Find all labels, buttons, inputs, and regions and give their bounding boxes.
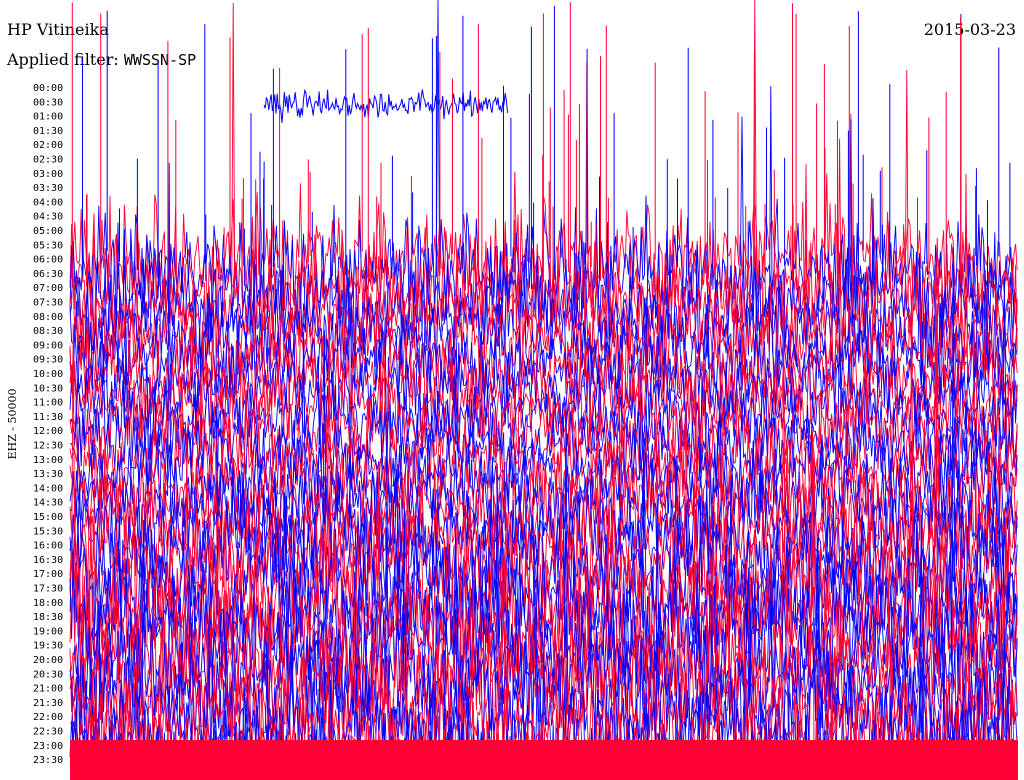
y-tick-label: 20:30: [33, 669, 63, 680]
y-tick-label: 21:00: [33, 684, 63, 695]
y-tick-label: 02:00: [33, 140, 63, 151]
y-tick-label: 10:30: [33, 383, 63, 394]
y-tick-label: 14:00: [33, 483, 63, 494]
y-tick-label: 17:30: [33, 584, 63, 595]
y-tick-label: 03:00: [33, 169, 63, 180]
y-tick-label: 18:00: [33, 598, 63, 609]
trace-bottom-band: [70, 740, 1018, 780]
trace-burst: [263, 88, 509, 123]
y-tick-label: 08:00: [33, 312, 63, 323]
y-tick-label: 00:30: [33, 97, 63, 108]
y-tick-label: 08:30: [33, 326, 63, 337]
y-tick-label: 15:00: [33, 512, 63, 523]
y-tick-label: 04:00: [33, 197, 63, 208]
y-tick-label: 23:00: [33, 741, 63, 752]
y-tick-label: 23:30: [33, 755, 63, 766]
y-tick-label: 11:30: [33, 412, 63, 423]
y-tick-label: 16:30: [33, 555, 63, 566]
y-tick-label: 19:00: [33, 626, 63, 637]
y-tick-label: 19:30: [33, 641, 63, 652]
y-tick-label: 12:30: [33, 441, 63, 452]
y-tick-label: 06:30: [33, 269, 63, 280]
y-tick-label: 15:30: [33, 526, 63, 537]
y-tick-label: 22:30: [33, 727, 63, 738]
y-tick-label: 13:30: [33, 469, 63, 480]
seismogram-chart: 00:00 00:30 01:00 01:30 02:00 02:30 03:00 03:30…: [33, 0, 1018, 780]
y-tick-label: 11:00: [33, 398, 63, 409]
y-tick-label: 06:00: [33, 255, 63, 266]
y-tick-label: 03:30: [33, 183, 63, 194]
y-tick-label: 17:00: [33, 569, 63, 580]
y-tick-label: 16:00: [33, 541, 63, 552]
y-tick-label: 07:30: [33, 298, 63, 309]
y-tick-label: 21:30: [33, 698, 63, 709]
y-tick-label: 01:00: [33, 112, 63, 123]
y-tick-label: 13:00: [33, 455, 63, 466]
y-tick-label: 00:00: [33, 83, 63, 94]
tick-label-layer: 00:00 00:30 01:00 01:30 02:00 02:30 03:00 03:30…: [33, 83, 63, 766]
y-tick-label: 22:00: [33, 712, 63, 723]
y-tick-label: 07:00: [33, 283, 63, 294]
y-tick-label: 04:30: [33, 212, 63, 223]
y-tick-label: 05:30: [33, 240, 63, 251]
y-tick-label: 02:30: [33, 155, 63, 166]
y-tick-label: 09:00: [33, 340, 63, 351]
y-tick-label: 10:00: [33, 369, 63, 380]
y-tick-label: 20:00: [33, 655, 63, 666]
trace-layer: [69, 0, 1018, 780]
y-tick-label: 09:30: [33, 355, 63, 366]
y-tick-label: 14:30: [33, 498, 63, 509]
y-tick-label: 05:00: [33, 226, 63, 237]
y-tick-label: 01:30: [33, 126, 63, 137]
y-tick-label: 12:00: [33, 426, 63, 437]
y-tick-label: 18:30: [33, 612, 63, 623]
